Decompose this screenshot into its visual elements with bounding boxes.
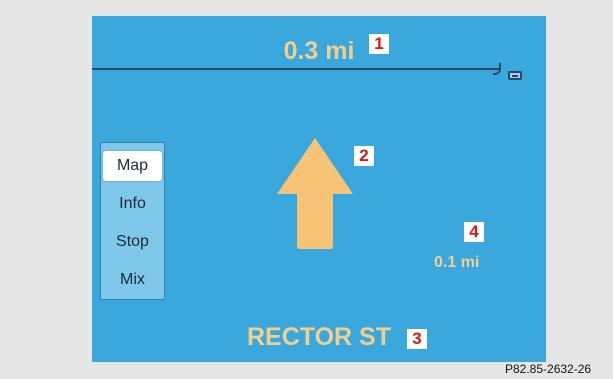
side-menu: Map Info Stop Mix bbox=[100, 142, 165, 300]
straight-arrow-icon bbox=[277, 138, 353, 249]
distance-bar bbox=[92, 68, 500, 70]
navigation-screen: 0.3 mi Map Info Stop Mix 0.1 mi RECTOR S… bbox=[92, 16, 546, 362]
street-name: RECTOR ST bbox=[247, 323, 391, 351]
callout-1: 1 bbox=[369, 34, 389, 54]
distance-bar-end bbox=[493, 63, 501, 75]
distance-to-turn: 0.3 mi bbox=[283, 37, 355, 65]
callout-3: 3 bbox=[407, 329, 427, 349]
menu-item-mix[interactable]: Mix bbox=[103, 265, 162, 295]
next-distance: 0.1 mi bbox=[434, 254, 480, 271]
callout-4: 4 bbox=[464, 222, 484, 242]
display-icon[interactable] bbox=[508, 71, 522, 80]
menu-item-info[interactable]: Info bbox=[103, 189, 162, 219]
menu-item-stop[interactable]: Stop bbox=[103, 227, 162, 257]
menu-item-map[interactable]: Map bbox=[103, 151, 162, 181]
figure-code: P82.85-2632-26 bbox=[505, 362, 592, 376]
callout-2: 2 bbox=[354, 146, 374, 166]
